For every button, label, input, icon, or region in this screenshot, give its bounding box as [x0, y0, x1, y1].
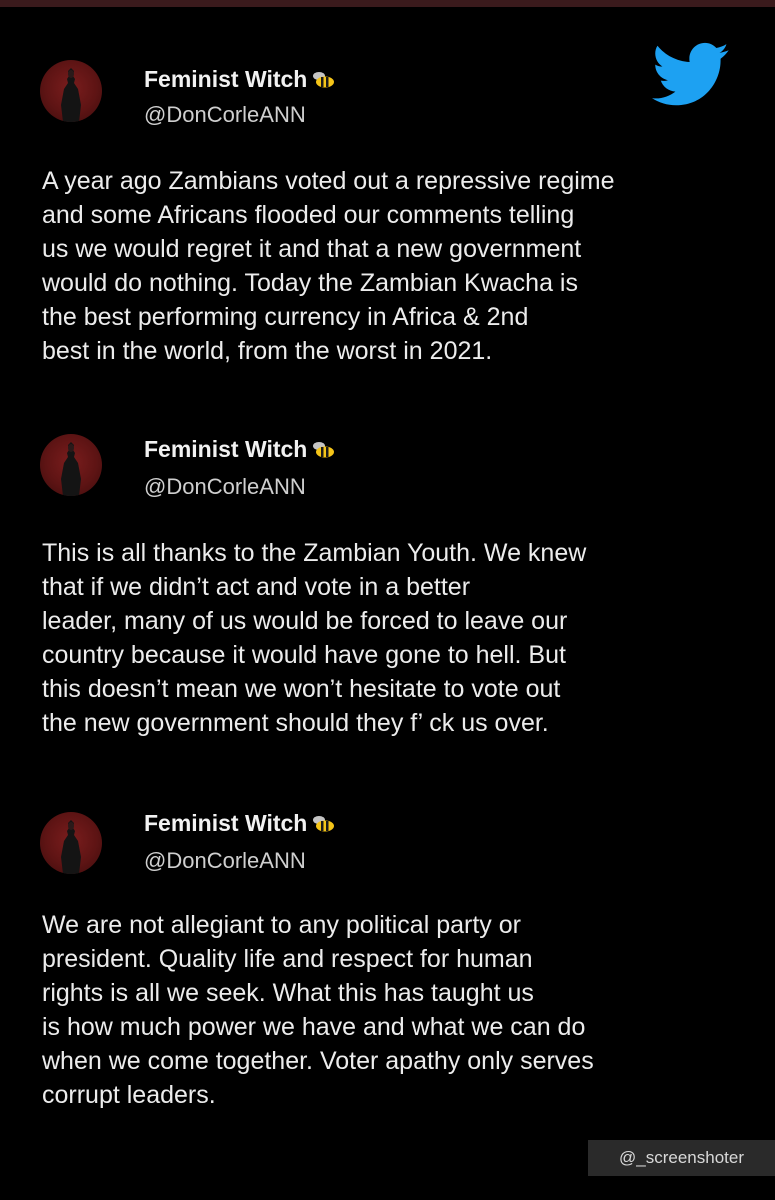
tweet-text-line: us we would regret it and that a new gov… — [42, 235, 582, 263]
tweet-text-line: is how much power we have and what we ca… — [42, 1013, 586, 1041]
tweet-text-line: leader, many of us would be forced to le… — [42, 607, 568, 635]
tweet-text: We are not allegiant to any political pa… — [42, 908, 742, 1112]
tweet-text-line: corrupt leaders. — [42, 1081, 216, 1109]
tweet-text-line: country because it would have gone to he… — [42, 641, 566, 669]
display-name-text: Feminist Witch — [144, 810, 308, 836]
tweet-text-line: the best performing currency in Africa &… — [42, 303, 529, 331]
tweet-text-line: president. Quality life and respect for … — [42, 945, 533, 973]
twitter-bird-icon — [652, 42, 729, 106]
tweet-text-line: best in the world, from the worst in 202… — [42, 337, 493, 365]
bee-icon — [313, 441, 335, 457]
top-border — [0, 0, 775, 7]
display-name[interactable]: Feminist Witch — [144, 436, 336, 463]
display-name-text: Feminist Witch — [144, 66, 308, 92]
tweet-text-line: We are not allegiant to any political pa… — [42, 911, 521, 939]
tweet-text-line: that if we didn’t act and vote in a bett… — [42, 573, 471, 601]
tweet-text-line: rights is all we seek. What this has tau… — [42, 979, 534, 1007]
display-name-text: Feminist Witch — [144, 436, 308, 462]
avatar-figure-icon — [61, 820, 81, 874]
user-handle[interactable]: @DonCorleANN — [144, 474, 306, 500]
user-handle[interactable]: @DonCorleANN — [144, 102, 306, 128]
avatar-figure-icon — [61, 442, 81, 496]
user-handle[interactable]: @DonCorleANN — [144, 848, 306, 874]
display-name[interactable]: Feminist Witch — [144, 810, 336, 837]
avatar-figure-icon — [61, 68, 81, 122]
avatar[interactable] — [40, 812, 102, 874]
display-name[interactable]: Feminist Witch — [144, 66, 336, 93]
tweet-text-line: the new government should they f’ ck us … — [42, 709, 549, 737]
tweet-text-line: and some Africans flooded our comments t… — [42, 201, 575, 229]
tweet-text-line: This is all thanks to the Zambian Youth.… — [42, 539, 587, 567]
avatar[interactable] — [40, 434, 102, 496]
tweet-text-line: when we come together. Voter apathy only… — [42, 1047, 594, 1075]
avatar[interactable] — [40, 60, 102, 122]
tweet-text-line: would do nothing. Today the Zambian Kwac… — [42, 269, 578, 297]
bee-icon — [313, 71, 335, 87]
tweet-text: This is all thanks to the Zambian Youth.… — [42, 536, 742, 740]
tweet-text-line: A year ago Zambians voted out a repressi… — [42, 167, 615, 195]
bee-icon — [313, 815, 335, 831]
tweet-text-line: this doesn’t mean we won’t hesitate to v… — [42, 675, 561, 703]
tweet-text: A year ago Zambians voted out a repressi… — [42, 164, 742, 368]
watermark: @_screenshoter — [588, 1140, 775, 1176]
